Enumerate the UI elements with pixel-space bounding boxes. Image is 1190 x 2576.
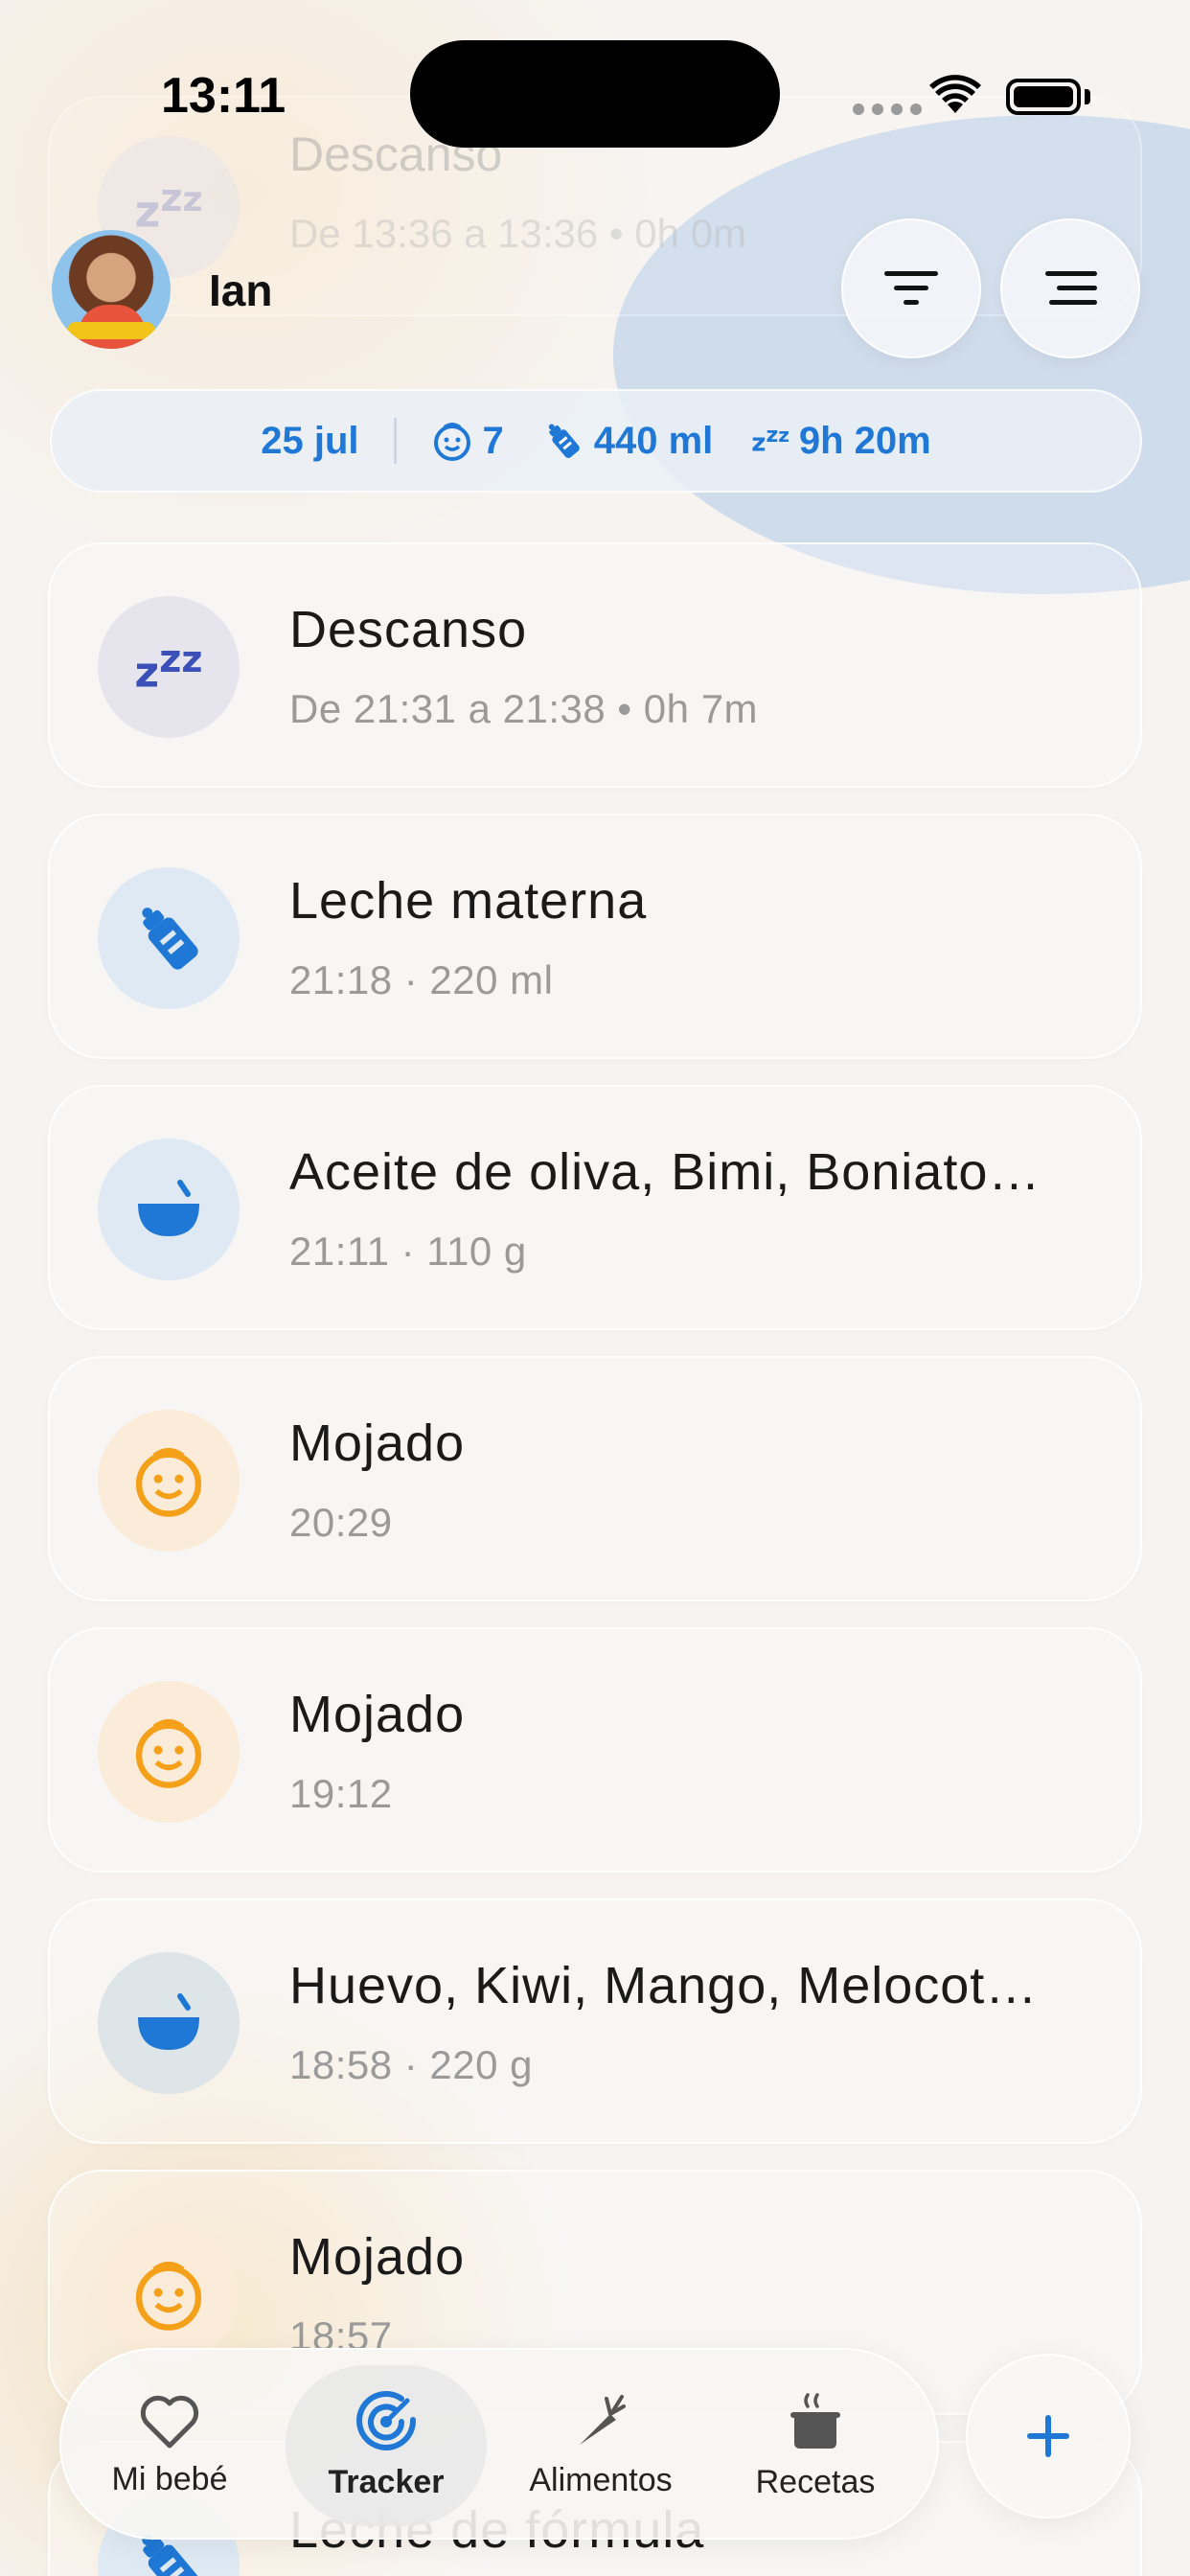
summary-diapers: 7: [431, 420, 504, 463]
list-item-title: Leche materna: [289, 872, 648, 930]
list-item[interactable]: Huevo, Kiwi, Mango, Melocot… 18:58 · 220…: [48, 1898, 1142, 2144]
bottle-icon: [548, 424, 580, 458]
plus-icon: [1027, 2415, 1069, 2457]
filter-icon: [884, 271, 938, 305]
list-item-subtitle: De 13:36 a 13:36 • 0h 0m: [289, 211, 747, 256]
list-item-title: Mojado: [289, 1686, 466, 1743]
summary-date[interactable]: 25 jul: [261, 420, 358, 463]
list-item[interactable]: Mojado 20:29: [48, 1356, 1142, 1601]
list-item[interactable]: Aceite de oliva, Bimi, Boniato… 21:11 · …: [48, 1085, 1142, 1330]
status-bar: 13:11: [0, 0, 1190, 192]
heart-icon: [140, 2395, 199, 2448]
cellular-signal-icon: [853, 104, 922, 115]
summary-milk: 440 ml: [542, 420, 713, 463]
bottle-icon: [98, 867, 240, 1009]
menu-icon: [1045, 271, 1097, 305]
carrot-icon: [580, 2394, 626, 2445]
tab-tracker[interactable]: Tracker: [286, 2365, 487, 2526]
diaper-face-icon: [433, 423, 470, 461]
list-item-title: Descanso: [289, 601, 528, 658]
list-item-subtitle: 18:58 · 220 g: [289, 2042, 534, 2087]
target-icon: [356, 2390, 417, 2450]
list-item-subtitle: 20:29: [289, 1500, 393, 1545]
list-item[interactable]: zzz Descanso De 21:31 a 21:38 • 0h 7m: [48, 542, 1142, 788]
list-item-subtitle: De 21:31 a 21:38 • 0h 7m: [289, 686, 759, 731]
baby-name[interactable]: Ian: [209, 264, 272, 316]
pot-icon: [790, 2392, 840, 2449]
tab-bar: Mi bebé Tracker Alimentos Recetas: [59, 2348, 939, 2540]
list-item[interactable]: Leche materna 21:18 · 220 ml: [48, 814, 1142, 1059]
tab-alimentos[interactable]: Alimentos: [500, 2365, 701, 2526]
filter-button[interactable]: [841, 218, 981, 358]
tab-recetas[interactable]: Recetas: [715, 2365, 916, 2526]
avatar[interactable]: [52, 230, 171, 349]
menu-button[interactable]: [1000, 218, 1140, 358]
battery-icon: [1006, 79, 1081, 115]
list-item-title: Aceite de oliva, Bimi, Boniato…: [289, 1143, 1041, 1201]
list-item-title: Huevo, Kiwi, Mango, Melocot…: [289, 1957, 1039, 2014]
dynamic-island: [410, 40, 780, 148]
bowl-icon: [98, 1138, 240, 1280]
bowl-icon: [98, 1952, 240, 2094]
add-entry-button[interactable]: [966, 2354, 1131, 2518]
diaper-face-icon: [98, 1410, 240, 1552]
summary-sleep: zzz 9h 20m: [751, 419, 931, 462]
diaper-face-icon: [98, 1681, 240, 1823]
list-item[interactable]: Mojado 19:12: [48, 1627, 1142, 1873]
status-time: 13:11: [161, 68, 286, 124]
diaper-face-icon: [98, 2223, 240, 2365]
list-item-subtitle: 21:18 · 220 ml: [289, 957, 554, 1002]
wifi-icon: [929, 75, 981, 113]
tab-mi-bebe[interactable]: Mi bebé: [69, 2365, 270, 2526]
list-item-subtitle: 19:12: [289, 1771, 393, 1816]
sleep-icon: zzz: [751, 424, 790, 458]
divider: [393, 418, 397, 464]
sleep-icon: zzz: [98, 596, 240, 738]
list-item-title: Mojado: [289, 2228, 466, 2286]
list-item-subtitle: 21:11 · 110 g: [289, 1229, 527, 1274]
list-item-title: Mojado: [289, 1414, 466, 1472]
daily-summary-bar[interactable]: 25 jul 7 440 ml zzz 9h 20m: [50, 389, 1142, 493]
